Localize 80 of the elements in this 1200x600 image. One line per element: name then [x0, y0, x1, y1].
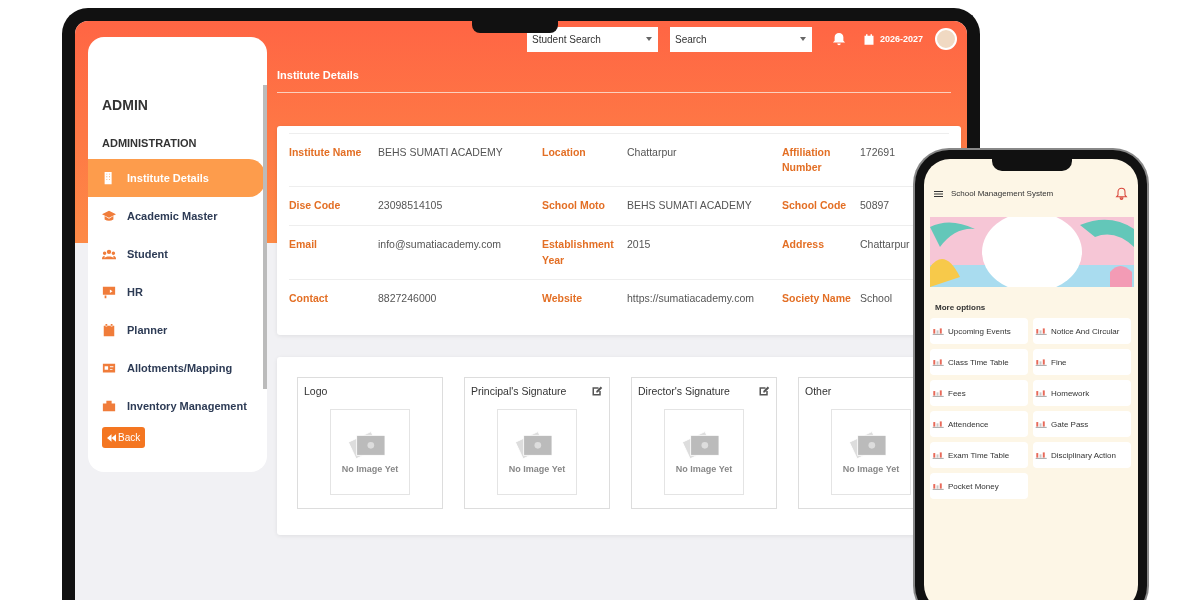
menu-item-icon — [102, 361, 116, 375]
image-title: Principal's Signature — [471, 384, 567, 397]
field-value: Chattarpur — [860, 238, 910, 251]
field-label: Email — [289, 225, 378, 279]
menu-item-icon — [102, 323, 116, 337]
illustration-icon — [1035, 326, 1048, 336]
illustration-icon — [1035, 388, 1048, 398]
field-value: School — [860, 291, 893, 304]
illustration-icon — [1035, 450, 1048, 460]
menu-item-icon — [102, 285, 116, 299]
field-label: Contact — [289, 278, 378, 318]
sidebar-item[interactable]: Inventory Management — [88, 387, 265, 425]
sidebar-item[interactable]: HR — [88, 273, 265, 311]
field-value: info@sumatiacademy.com — [378, 238, 502, 251]
illustration-icon — [1035, 419, 1048, 429]
option-tile[interactable]: Exam Time Table — [930, 442, 1028, 468]
section-heading: More options — [935, 303, 987, 312]
illustration-icon — [932, 357, 945, 367]
field-label: Affiliation Number — [782, 133, 860, 187]
illustration-icon — [932, 388, 945, 398]
field-label: School Moto — [542, 186, 627, 226]
field-label: School Code — [782, 186, 860, 226]
illustration-icon — [932, 326, 945, 336]
field-label: Website — [542, 278, 627, 318]
option-tile[interactable]: Pocket Money — [930, 473, 1028, 499]
field-label: Institute Name — [289, 133, 378, 187]
option-tile[interactable]: Disciplinary Action — [1033, 442, 1131, 468]
menu-item-icon — [102, 399, 116, 413]
menu-item-icon — [102, 209, 116, 223]
illustration-icon — [932, 450, 945, 460]
edit-icon[interactable] — [758, 384, 770, 397]
placeholder-caption: No Image Yet — [341, 463, 399, 474]
placeholder-caption: No Image Yet — [508, 463, 566, 474]
illustration-icon — [932, 481, 945, 491]
option-tile[interactable]: Gate Pass — [1033, 411, 1131, 437]
field-value: 2015 — [627, 238, 651, 251]
option-tile[interactable]: Class Time Table — [930, 349, 1028, 375]
page-title: Institute Details — [277, 69, 951, 93]
edit-icon[interactable] — [591, 384, 603, 397]
illustration-icon — [1035, 357, 1048, 367]
option-tile[interactable]: Homework — [1033, 380, 1131, 406]
option-tile[interactable]: Upcoming Events — [930, 318, 1028, 344]
field-value: 50897 — [860, 199, 890, 212]
field-value: Chattarpur — [627, 146, 677, 158]
bell-icon[interactable] — [832, 32, 846, 46]
field-value: https://sumatiacademy.com — [627, 291, 755, 304]
field-value: 172691 — [860, 146, 896, 158]
field-label: Location — [542, 133, 627, 187]
option-tile[interactable]: Notice And Circular — [1033, 318, 1131, 344]
image-title: Director's Signature — [638, 384, 730, 397]
sidebar-item[interactable]: Academic Master — [88, 197, 265, 235]
sidebar-item[interactable]: Student — [88, 235, 265, 273]
app-title: School Management System — [951, 189, 1055, 198]
field-value: 23098514105 — [378, 199, 443, 212]
field-label: Society Name — [782, 278, 860, 318]
field-value: 8827246000 — [378, 291, 437, 304]
illustration-icon — [932, 419, 945, 429]
back-icon — [107, 433, 116, 442]
menu-item-icon — [102, 247, 116, 261]
scrollbar[interactable] — [263, 85, 267, 389]
field-label: Address — [782, 225, 860, 279]
section-heading: ADMINISTRATION — [101, 136, 198, 151]
field-label: Dise Code — [289, 186, 378, 226]
sidebar-title: ADMIN — [101, 97, 149, 113]
option-tile[interactable]: Fine — [1033, 349, 1131, 375]
calendar-icon — [863, 32, 875, 46]
search-dropdown[interactable]: Search — [670, 26, 812, 52]
option-tile[interactable]: Fees — [930, 380, 1028, 406]
option-tile[interactable]: Attendence — [930, 411, 1028, 437]
placeholder-caption: No Image Yet — [675, 463, 733, 474]
placeholder-caption: No Image Yet — [842, 463, 900, 474]
field-value: BEHS SUMATI ACADEMY — [627, 199, 752, 212]
image-title: Logo — [304, 384, 328, 397]
image-title: Other — [805, 384, 832, 397]
sidebar-item[interactable]: Allotments/Mapping — [88, 349, 265, 387]
bell-icon[interactable] — [1115, 187, 1128, 200]
menu-icon[interactable] — [934, 189, 943, 198]
field-value: BEHS SUMATI ACADEMY — [378, 146, 503, 158]
sidebar-item[interactable]: Planner — [88, 311, 265, 349]
field-label: Establishment Year — [542, 225, 627, 279]
